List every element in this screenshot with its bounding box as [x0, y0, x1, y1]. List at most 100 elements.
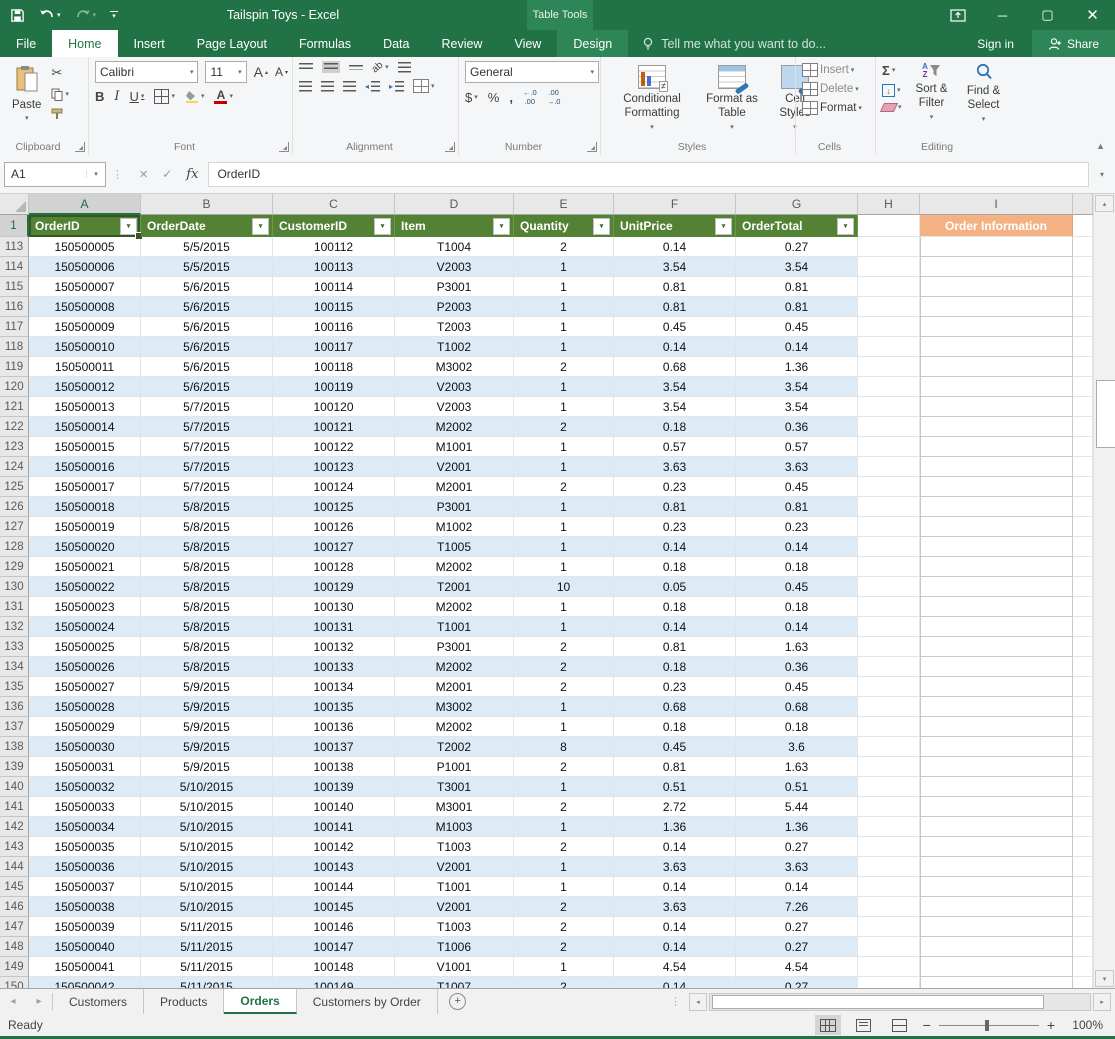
cell[interactable]: 0.51 — [614, 777, 736, 797]
cell[interactable]: 5/9/2015 — [141, 737, 273, 757]
info-cell[interactable] — [920, 897, 1073, 917]
cell[interactable] — [858, 837, 920, 857]
cell[interactable]: 5.44 — [736, 797, 858, 817]
redo-button[interactable]: ▾ — [75, 9, 96, 22]
cut-button[interactable]: ✂ — [51, 65, 69, 81]
row-header-145[interactable]: 145 — [0, 877, 29, 897]
cell[interactable] — [858, 917, 920, 937]
cell[interactable]: 0.81 — [614, 497, 736, 517]
cell[interactable]: 150500033 — [29, 797, 141, 817]
cell[interactable]: 7.26 — [736, 897, 858, 917]
tab-review[interactable]: Review — [425, 30, 498, 57]
insert-function-button[interactable]: fx — [186, 167, 198, 182]
cell[interactable]: 1 — [514, 877, 614, 897]
cell[interactable] — [1073, 477, 1093, 497]
cell[interactable]: T1005 — [395, 537, 514, 557]
info-cell[interactable] — [920, 937, 1073, 957]
cell[interactable] — [1073, 237, 1093, 257]
cell[interactable] — [1073, 737, 1093, 757]
cell[interactable]: 1.63 — [736, 637, 858, 657]
info-cell[interactable] — [920, 437, 1073, 457]
cell[interactable]: 3.54 — [614, 397, 736, 417]
filter-dropdown-icon[interactable]: ▾ — [593, 217, 610, 235]
table-header-quantity[interactable]: Quantity ▾ — [514, 215, 614, 237]
cell[interactable]: 5/10/2015 — [141, 897, 273, 917]
row-header-118[interactable]: 118 — [0, 337, 29, 357]
format-as-table-button[interactable]: Format as Table ▾ — [697, 61, 767, 135]
cell[interactable]: T2002 — [395, 737, 514, 757]
formula-input[interactable]: OrderID — [208, 161, 1089, 187]
cell[interactable]: 0.45 — [736, 317, 858, 337]
cell[interactable]: M2002 — [395, 417, 514, 437]
cell[interactable]: 2 — [514, 677, 614, 697]
cell[interactable] — [1073, 677, 1093, 697]
cell[interactable]: 2 — [514, 757, 614, 777]
table-header-ordertotal[interactable]: OrderTotal ▾ — [736, 215, 858, 237]
cell[interactable]: 1 — [514, 297, 614, 317]
cell[interactable]: 100138 — [273, 757, 395, 777]
cell[interactable] — [1073, 877, 1093, 897]
row-header-144[interactable]: 144 — [0, 857, 29, 877]
cell[interactable] — [1073, 557, 1093, 577]
filter-dropdown-icon[interactable]: ▾ — [493, 217, 510, 235]
info-cell[interactable] — [920, 817, 1073, 837]
cell[interactable]: 5/7/2015 — [141, 437, 273, 457]
cell[interactable]: M2002 — [395, 557, 514, 577]
cell[interactable]: 100122 — [273, 437, 395, 457]
cell[interactable] — [858, 357, 920, 377]
info-cell[interactable] — [920, 297, 1073, 317]
info-cell[interactable] — [920, 477, 1073, 497]
cell[interactable] — [1073, 757, 1093, 777]
cell[interactable]: 0.68 — [614, 697, 736, 717]
cell[interactable]: M3002 — [395, 357, 514, 377]
cell[interactable]: 0.18 — [736, 717, 858, 737]
row-header-122[interactable]: 122 — [0, 417, 29, 437]
cell[interactable]: M2002 — [395, 597, 514, 617]
cell[interactable]: T1001 — [395, 877, 514, 897]
row-header-114[interactable]: 114 — [0, 257, 29, 277]
cell[interactable]: 5/11/2015 — [141, 937, 273, 957]
row-header-137[interactable]: 137 — [0, 717, 29, 737]
cell[interactable]: 1 — [514, 277, 614, 297]
cell[interactable]: 5/11/2015 — [141, 977, 273, 988]
cell[interactable] — [1073, 797, 1093, 817]
row-header-150[interactable]: 150 — [0, 977, 29, 988]
cell[interactable]: 0.45 — [736, 677, 858, 697]
info-cell[interactable] — [920, 877, 1073, 897]
cell[interactable]: 100125 — [273, 497, 395, 517]
cell[interactable]: M2001 — [395, 677, 514, 697]
cell[interactable]: 5/6/2015 — [141, 357, 273, 377]
cell[interactable]: 5/10/2015 — [141, 857, 273, 877]
cell[interactable]: 2 — [514, 917, 614, 937]
column-header-H[interactable]: H — [858, 194, 920, 215]
font-size-combo[interactable]: 11 ▾ — [205, 61, 247, 83]
cell[interactable]: 150500008 — [29, 297, 141, 317]
cell[interactable]: 5/8/2015 — [141, 577, 273, 597]
row-header-130[interactable]: 130 — [0, 577, 29, 597]
cell[interactable]: T1001 — [395, 617, 514, 637]
info-cell[interactable] — [920, 257, 1073, 277]
cell[interactable]: 0.36 — [736, 417, 858, 437]
sheet-tab-orders[interactable]: Orders — [224, 989, 297, 1014]
enter-formula-button[interactable]: ✓ — [162, 167, 172, 181]
row-header-134[interactable]: 134 — [0, 657, 29, 677]
filter-dropdown-icon[interactable]: ▾ — [374, 217, 391, 235]
cell[interactable]: 100124 — [273, 477, 395, 497]
cell[interactable]: 1 — [514, 617, 614, 637]
cell[interactable]: 3.54 — [736, 397, 858, 417]
cell[interactable]: 0.14 — [614, 537, 736, 557]
cell[interactable]: 5/8/2015 — [141, 517, 273, 537]
info-cell[interactable] — [920, 517, 1073, 537]
info-cell[interactable] — [920, 697, 1073, 717]
cell[interactable]: 5/8/2015 — [141, 497, 273, 517]
cell[interactable]: 0.23 — [736, 517, 858, 537]
cell[interactable]: 1 — [514, 377, 614, 397]
cell[interactable]: 150500022 — [29, 577, 141, 597]
cell[interactable]: 0.14 — [614, 237, 736, 257]
cell[interactable]: 4.54 — [614, 957, 736, 977]
cell[interactable]: M2002 — [395, 657, 514, 677]
info-cell[interactable] — [920, 457, 1073, 477]
cell[interactable]: 150500005 — [29, 237, 141, 257]
cell[interactable] — [1073, 457, 1093, 477]
cell[interactable]: 0.45 — [736, 577, 858, 597]
